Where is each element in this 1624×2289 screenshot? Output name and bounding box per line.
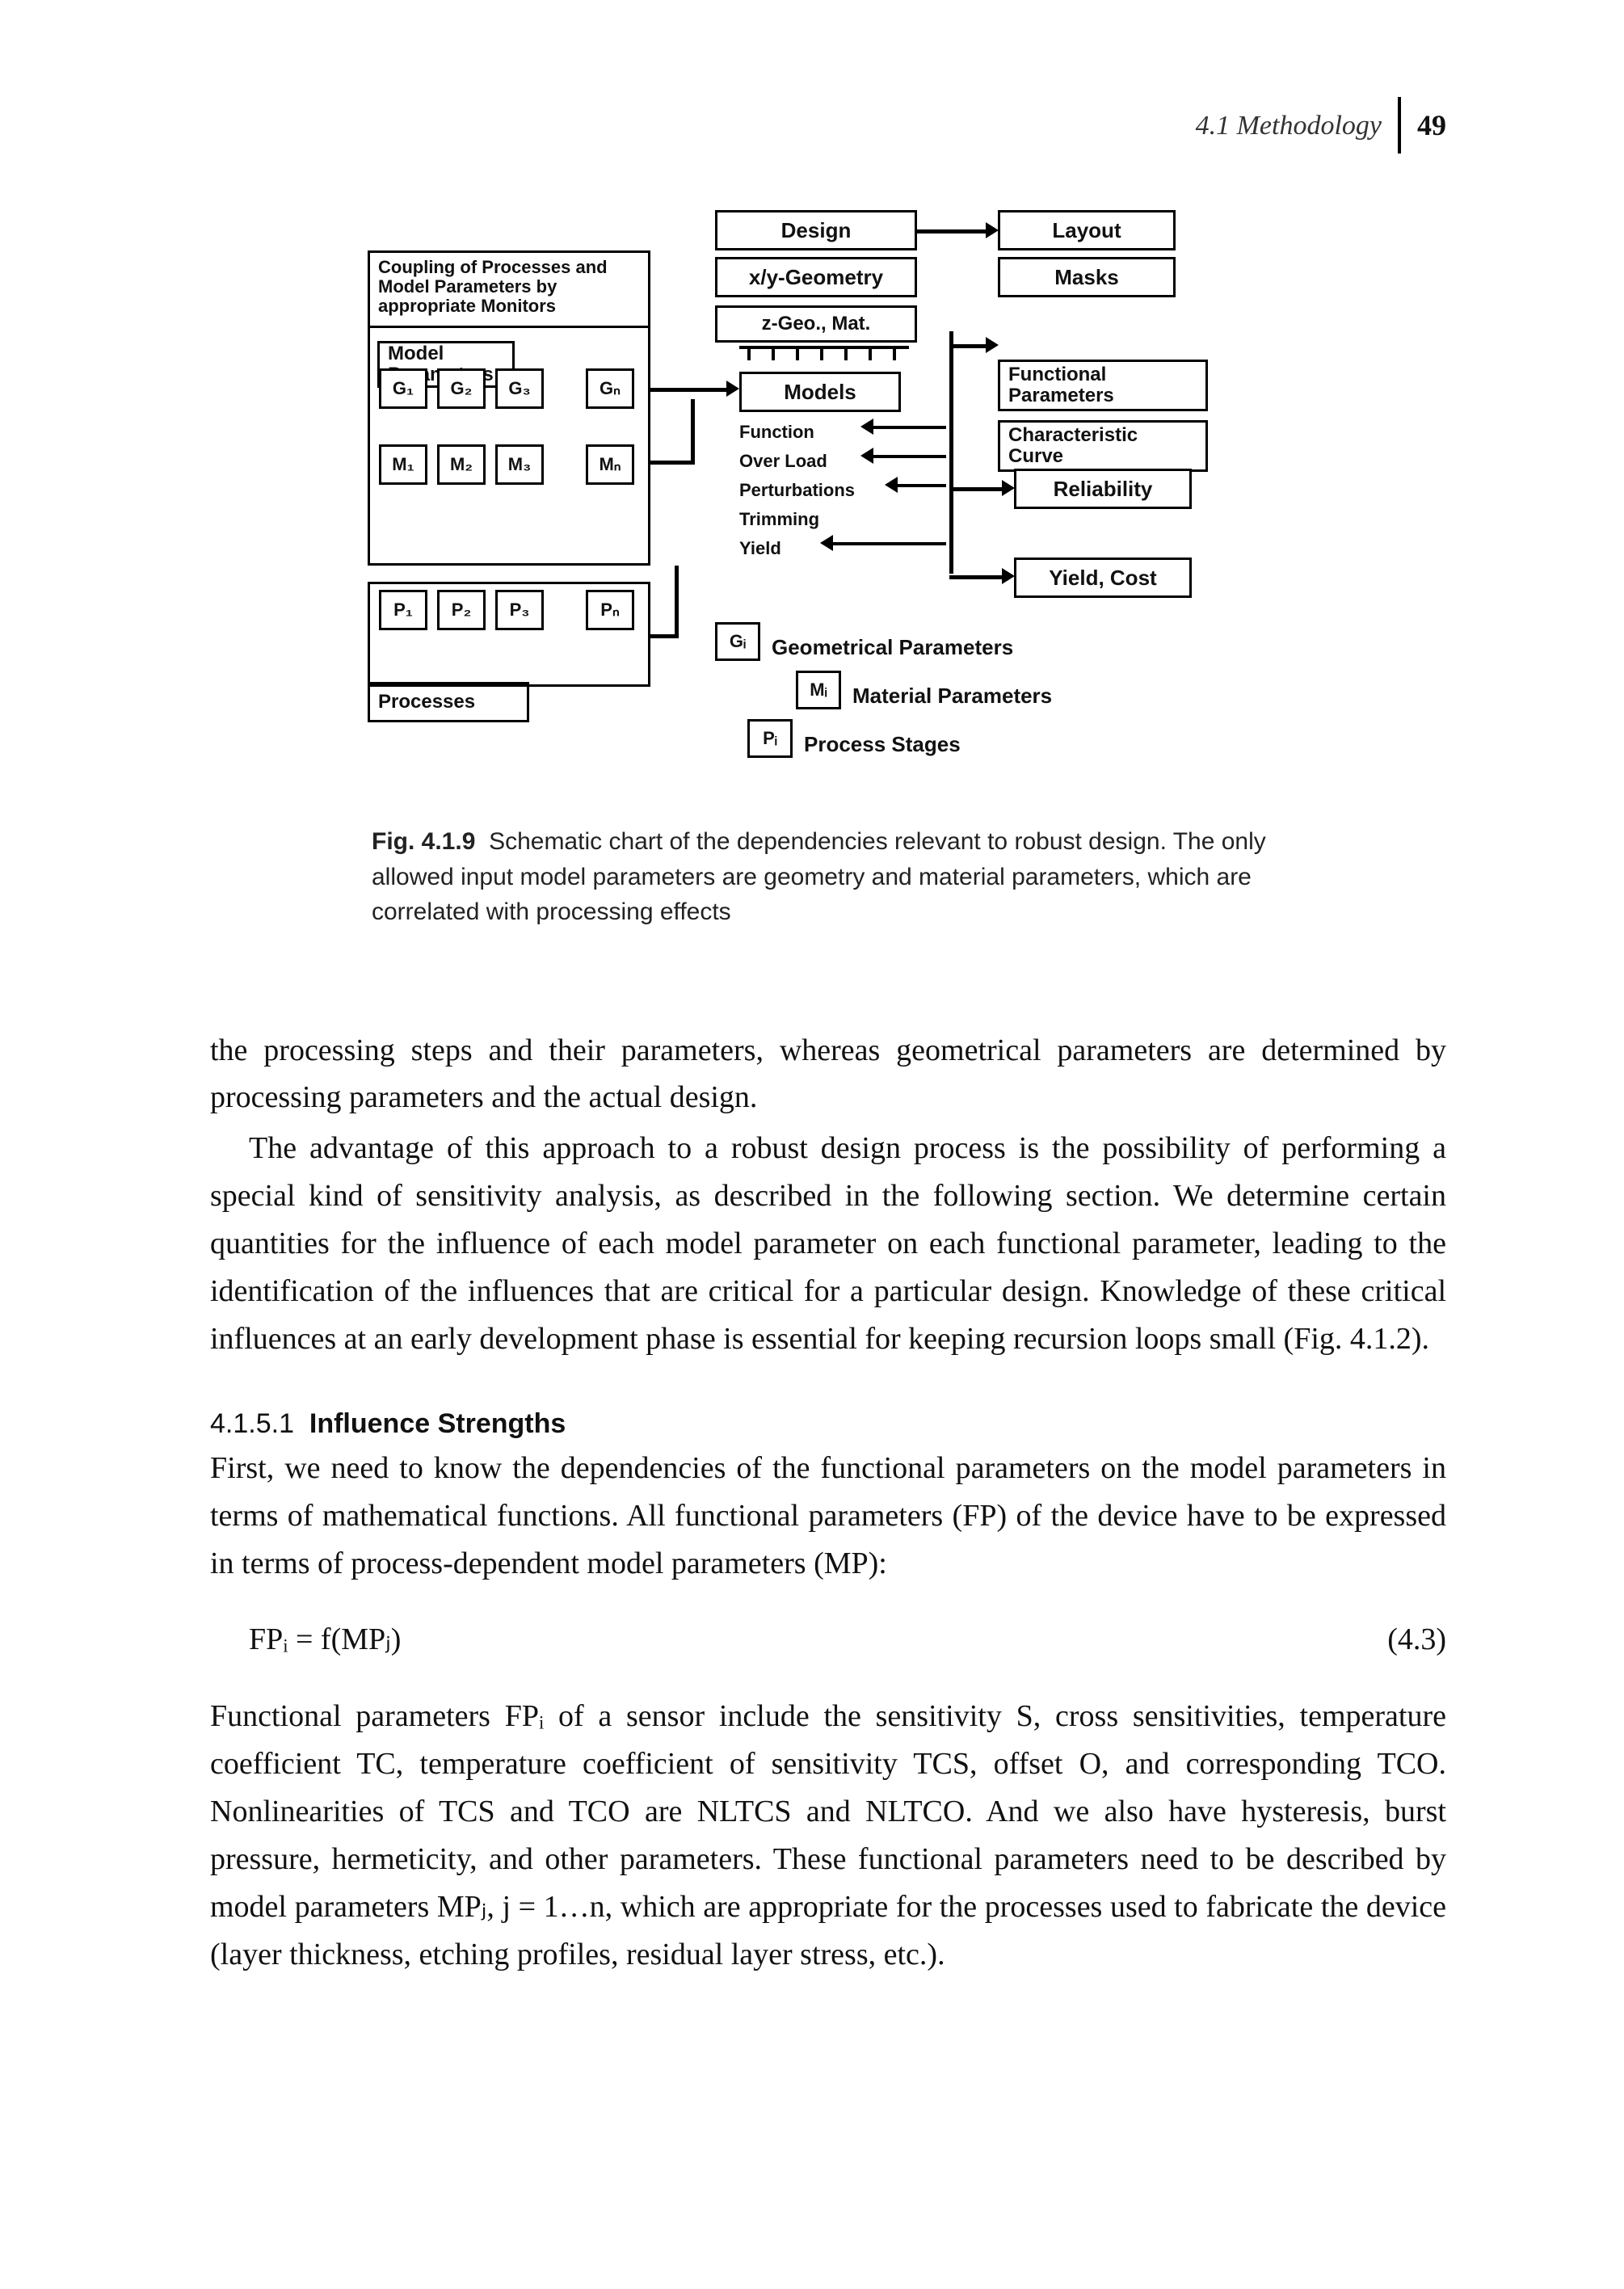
- figure-wrap: Coupling of Processes and Model Paramete…: [210, 210, 1446, 792]
- conn-to-yc: [949, 575, 1006, 579]
- m1-box: M₁: [379, 444, 427, 485]
- conn-right-vert: [949, 331, 953, 574]
- geometrical-parameters-label: Geometrical Parameters: [772, 632, 1013, 663]
- tick4: [820, 346, 823, 360]
- coupling-title: Coupling of Processes and Model Paramete…: [378, 258, 640, 317]
- g3-box: G₃: [495, 368, 544, 409]
- conn-g-models: [650, 388, 728, 392]
- coupling-title-box: Coupling of Processes and Model Paramete…: [368, 250, 650, 328]
- gi-box: Gᵢ: [715, 622, 760, 661]
- conn-m-models: [650, 461, 691, 465]
- layout-box: Layout: [998, 210, 1176, 250]
- model-parameters-frame: [368, 291, 650, 566]
- conn-overload: [873, 455, 946, 458]
- body-p1: the processing steps and their parameter…: [210, 1027, 1446, 1122]
- functional-parameters-text: Functional Parameters: [1008, 364, 1197, 407]
- mn-box: Mₙ: [586, 444, 634, 485]
- arrow-perturb: [885, 477, 898, 493]
- tick7: [893, 346, 896, 360]
- perturbations-label: Perturbations: [739, 477, 855, 503]
- functional-parameters-box: Functional Parameters: [998, 360, 1208, 411]
- m3-box: M₃: [495, 444, 544, 485]
- tick3: [796, 346, 799, 360]
- tick6: [869, 346, 872, 360]
- xy-geometry-box: x/y-Geometry: [715, 257, 917, 297]
- arrow-function: [860, 419, 873, 435]
- header-divider: [1398, 97, 1401, 154]
- reliability-box: Reliability: [1014, 469, 1192, 509]
- masks-box: Masks: [998, 257, 1176, 297]
- tick5: [844, 346, 848, 360]
- characteristic-curve-text: Characteristic Curve: [1008, 425, 1197, 468]
- mi-box: Mᵢ: [796, 671, 841, 709]
- conn-proc-h: [650, 634, 679, 638]
- caption-label: Fig. 4.1.9: [372, 828, 475, 855]
- models-box: Models: [739, 372, 901, 412]
- m2-box: M₂: [437, 444, 486, 485]
- arrow-to-rel: [1002, 480, 1015, 496]
- subsection-p2: Functional parameters FPᵢ of a sensor in…: [210, 1693, 1446, 1978]
- arrow-overload: [860, 448, 873, 464]
- figure-4-1-9: Coupling of Processes and Model Paramete…: [368, 210, 1289, 792]
- arrow-design-layout: [986, 222, 999, 238]
- characteristic-curve-box: Characteristic Curve: [998, 420, 1208, 472]
- equation: FPᵢ = f(MPⱼ): [249, 1616, 401, 1664]
- conn-m-models-v: [691, 399, 695, 465]
- pi-box: Pᵢ: [747, 719, 793, 758]
- subsection-heading: 4.1.5.1 Influence Strengths: [210, 1403, 1446, 1445]
- overload-label: Over Load: [739, 448, 827, 474]
- subsection-number: 4.1.5.1: [210, 1408, 294, 1439]
- tick1: [747, 346, 751, 360]
- trimming-label: Trimming: [739, 506, 819, 532]
- arrow-to-fp: [986, 337, 999, 353]
- conn-to-rel: [949, 487, 1006, 491]
- page-number: 49: [1417, 103, 1446, 147]
- conn-function: [873, 426, 946, 429]
- design-box: Design: [715, 210, 917, 250]
- conn-perturb: [898, 484, 946, 487]
- arrow-yield: [820, 535, 833, 551]
- zgeo-baseline: [739, 346, 909, 349]
- processes-frame: [368, 582, 650, 687]
- arrow-to-yc: [1002, 568, 1015, 584]
- body-p2: The advantage of this approach to a robu…: [210, 1125, 1446, 1362]
- body-text: the processing steps and their parameter…: [210, 1027, 1446, 1363]
- conn-design-layout: [917, 229, 986, 234]
- function-label: Function: [739, 419, 814, 445]
- gn-box: Gₙ: [586, 368, 634, 409]
- running-header: 4.1 Methodology 49: [1196, 97, 1446, 154]
- conn-proc-up: [675, 566, 679, 638]
- figure-caption: Fig. 4.1.9 Schematic chart of the depend…: [372, 824, 1285, 930]
- g2-box: G₂: [437, 368, 486, 409]
- subsection-body: First, we need to know the dependencies …: [210, 1445, 1446, 1979]
- g1-box: G₁: [379, 368, 427, 409]
- header-section: 4.1 Methodology: [1196, 105, 1382, 146]
- yield-label: Yield: [739, 535, 781, 562]
- processes-box: Processes: [368, 682, 529, 722]
- equation-row: FPᵢ = f(MPⱼ) (4.3): [249, 1616, 1446, 1664]
- process-stages-label: Process Stages: [804, 729, 961, 760]
- yield-cost-box: Yield, Cost: [1014, 558, 1192, 598]
- subsection-title: Influence Strengths: [309, 1408, 566, 1439]
- subsection-p1: First, we need to know the dependencies …: [210, 1445, 1446, 1588]
- conn-yield: [833, 542, 946, 545]
- arrow-g-models: [726, 381, 739, 397]
- tick2: [772, 346, 775, 360]
- material-parameters-label: Material Parameters: [852, 680, 1052, 712]
- equation-number: (4.3): [1387, 1616, 1446, 1664]
- page: 4.1 Methodology 49 Coupling of Processes…: [0, 0, 1624, 2289]
- z-geo-box: z-Geo., Mat.: [715, 305, 917, 343]
- caption-text: Schematic chart of the dependencies rele…: [372, 828, 1266, 925]
